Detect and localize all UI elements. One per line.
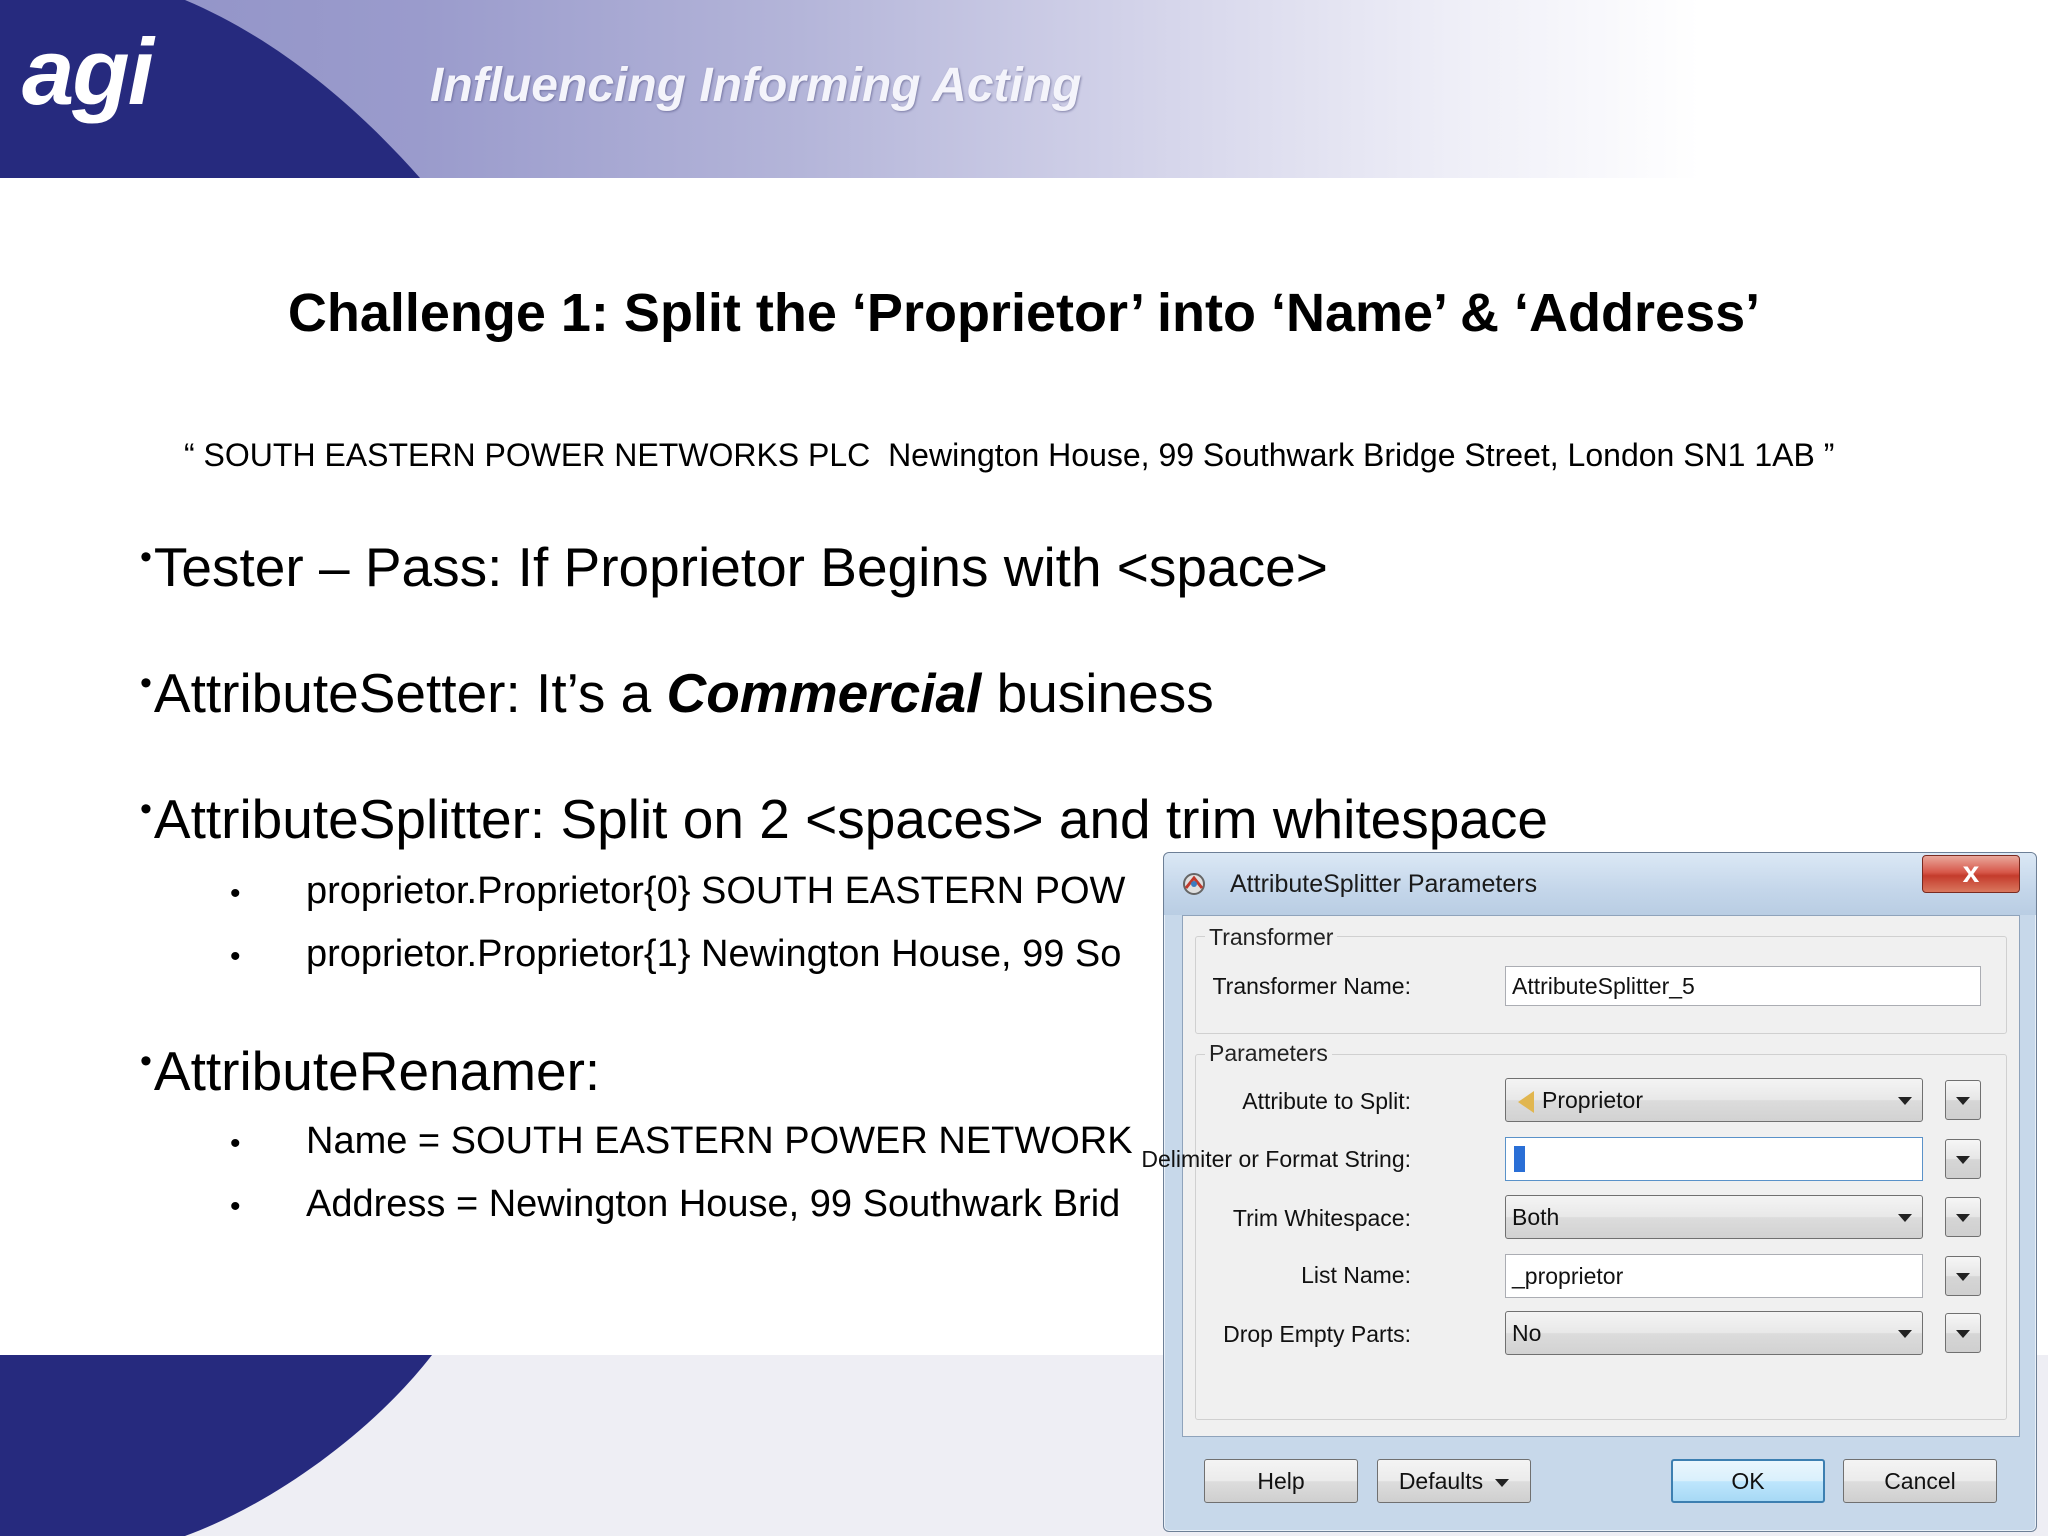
bullet-text: AttributeRenamer:: [153, 1040, 601, 1102]
footer-swoosh: [0, 1355, 432, 1536]
text-cursor: [1514, 1145, 1525, 1172]
transformer-icon: [1183, 873, 1205, 895]
bullet-emphasis: Commercial: [666, 662, 982, 724]
chevron-down-icon: [1898, 1097, 1912, 1105]
delimiter-label: Delimiter or Format String:: [1141, 1146, 1411, 1172]
ok-button[interactable]: OK: [1671, 1459, 1825, 1503]
attribute-to-split-menu-button[interactable]: [1945, 1080, 1981, 1120]
sub-bullet-glyph: •: [230, 940, 241, 973]
bullet-text: Tester – Pass: If Proprietor Begins with…: [153, 536, 1328, 598]
sub-bullet-text: proprietor.Proprietor{1} Newington House…: [306, 933, 1122, 975]
drop-empty-parts-menu-button[interactable]: [1945, 1313, 1981, 1353]
chevron-down-icon: [1956, 1330, 1970, 1338]
dialog-title: AttributeSplitter Parameters: [1230, 870, 1538, 898]
delimiter-input[interactable]: [1505, 1137, 1923, 1181]
sub-bullet-glyph: •: [230, 1127, 241, 1160]
defaults-button[interactable]: Defaults: [1377, 1459, 1531, 1503]
sub-bullet: • proprietor.Proprietor{0} SOUTH EASTERN …: [230, 870, 1125, 913]
dialog-titlebar[interactable]: AttributeSplitter Parameters x: [1164, 853, 2036, 915]
cancel-button[interactable]: Cancel: [1843, 1459, 1997, 1503]
bullet-glyph: •: [140, 790, 152, 828]
slide-title: Challenge 1: Split the ‘Proprietor’ into…: [287, 283, 1761, 343]
bullet-text: AttributeSplitter: Split on 2 <spaces> a…: [153, 788, 1548, 850]
trim-whitespace-menu-button[interactable]: [1945, 1197, 1981, 1237]
transformer-group-label: Transformer: [1205, 924, 1338, 951]
trim-whitespace-label: Trim Whitespace:: [1232, 1205, 1411, 1231]
dialog-footer: Help Defaults OK Cancel: [1164, 1435, 2036, 1531]
transformer-name-label: Transformer Name:: [1212, 973, 1411, 999]
sub-bullet: • Address = Newington House, 99 Southwark…: [230, 1183, 1120, 1226]
drop-empty-parts-value: No: [1512, 1320, 1542, 1346]
bullet-text-prefix: AttributeSetter: It’s a: [153, 662, 667, 724]
drop-empty-parts-label: Drop Empty Parts:: [1223, 1321, 1411, 1347]
sub-bullet: • proprietor.Proprietor{1} Newington Hous…: [230, 933, 1121, 976]
sub-bullet-glyph: •: [230, 877, 241, 910]
sub-bullet-text: Address = Newington House, 99 Southwark …: [306, 1183, 1121, 1225]
close-icon[interactable]: x: [1922, 855, 2020, 893]
drop-empty-parts-select[interactable]: No: [1505, 1311, 1923, 1355]
bullet-attributerenamer: •AttributeRenamer:: [140, 1039, 600, 1103]
attribute-to-split-value: Proprietor: [1542, 1087, 1643, 1113]
dialog-body: Transformer Transformer Name: AttributeS…: [1141, 915, 2020, 1437]
attributesplitter-dialog: AttributeSplitter Parameters x Transform…: [1141, 852, 2037, 1532]
chevron-down-icon: [1495, 1478, 1510, 1487]
bullet-attributesetter: •AttributeSetter: It’s a Commercial busi…: [140, 661, 1214, 725]
tagline: Influencing Informing Acting: [430, 59, 1082, 112]
transformer-name-input[interactable]: AttributeSplitter_5: [1505, 966, 1981, 1006]
list-name-label: List Name:: [1301, 1262, 1411, 1288]
bullet-glyph: •: [140, 538, 152, 576]
bullet-attributesplitter: •AttributeSplitter: Split on 2 <spaces> …: [140, 787, 1548, 851]
defaults-button-label: Defaults: [1398, 1468, 1484, 1494]
sub-bullet-glyph: •: [230, 1190, 241, 1223]
chevron-down-icon: [1898, 1330, 1912, 1338]
attribute-icon: [1518, 1090, 1534, 1113]
chevron-down-icon: [1956, 1273, 1970, 1281]
bullet-text-suffix: business: [981, 662, 1214, 724]
attribute-to-split-label: Attribute to Split:: [1242, 1088, 1411, 1114]
sub-bullet-text: proprietor.Proprietor{0} SOUTH EASTERN P…: [306, 870, 1126, 912]
list-name-input[interactable]: _proprietor: [1505, 1254, 1923, 1298]
chevron-down-icon: [1956, 1156, 1970, 1164]
sub-bullet-text: Name = SOUTH EASTERN POWER NETWORK: [306, 1120, 1133, 1162]
delimiter-menu-button[interactable]: [1945, 1139, 1981, 1179]
help-button[interactable]: Help: [1204, 1459, 1358, 1503]
attribute-to-split-select[interactable]: Proprietor: [1505, 1078, 1923, 1122]
agi-logo: agi: [22, 19, 154, 124]
sample-quote: “ SOUTH EASTERN POWER NETWORKS PLC Newin…: [184, 437, 1835, 473]
sub-bullet: • Name = SOUTH EASTERN POWER NETWORK: [230, 1120, 1133, 1163]
parameters-group-label: Parameters: [1205, 1040, 1332, 1067]
bullet-glyph: •: [140, 664, 152, 702]
bullet-tester: •Tester – Pass: If Proprietor Begins wit…: [140, 535, 1328, 599]
trim-whitespace-select[interactable]: Both: [1505, 1195, 1923, 1239]
bullet-glyph: •: [140, 1042, 152, 1080]
slide-header: agi Influencing Informing Acting: [0, 0, 2048, 178]
chevron-down-icon: [1956, 1097, 1970, 1105]
list-name-menu-button[interactable]: [1945, 1256, 1981, 1296]
trim-whitespace-value: Both: [1512, 1204, 1560, 1230]
chevron-down-icon: [1898, 1214, 1912, 1222]
chevron-down-icon: [1956, 1214, 1970, 1222]
